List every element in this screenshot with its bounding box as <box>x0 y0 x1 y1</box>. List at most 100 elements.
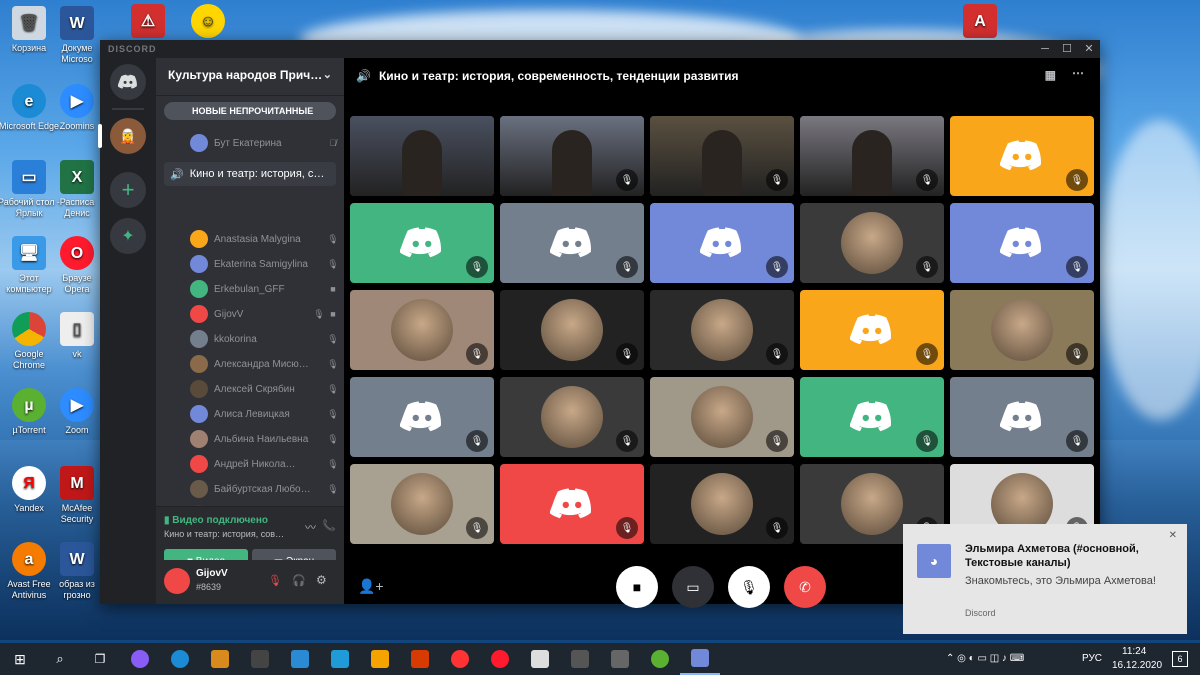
add-server-icon[interactable]: + <box>110 172 146 208</box>
video-tile[interactable]: 🎙 <box>950 377 1094 457</box>
search-icon[interactable]: ⌕ <box>40 643 80 675</box>
screen-share-toggle-button[interactable]: ▭ <box>672 566 714 608</box>
video-channel-name[interactable]: Кино и театр: история, сов… <box>164 529 284 539</box>
discord-taskbar-icon[interactable] <box>680 643 720 675</box>
vk-file-icon[interactable]: ▯ vk <box>54 312 100 360</box>
desktop-shortcut-icon[interactable]: ▭ Рабочий стол - Ярлык <box>0 160 60 219</box>
video-tile[interactable]: 🎙 <box>500 203 644 283</box>
word-image-icon[interactable]: Wобраз из грозно <box>54 542 100 601</box>
wot-icon[interactable] <box>560 643 600 675</box>
start-windows-icon[interactable]: ⊞ <box>0 643 40 675</box>
maximize-icon[interactable]: ☐ <box>1056 42 1078 56</box>
voice-channel-row[interactable]: 🔊 Кино и театр: история, с… <box>164 162 336 186</box>
edge-desktop-icon[interactable]: e Microsoft Edge <box>0 84 60 132</box>
task-view-icon[interactable]: ❐ <box>80 643 120 675</box>
l-app-icon[interactable] <box>320 643 360 675</box>
grid-layout-icon[interactable]: ▦ <box>1045 68 1056 82</box>
disconnect-icon[interactable]: 📞 <box>322 519 336 532</box>
file-icon[interactable] <box>520 643 560 675</box>
word-doc-icon[interactable]: W Докуме Microsо <box>54 6 100 65</box>
video-tile[interactable]: 🎙 <box>800 290 944 370</box>
discord-home-icon[interactable] <box>110 64 146 100</box>
video-tile[interactable]: 🎙 <box>350 290 494 370</box>
video-tile[interactable]: 🎙 <box>500 290 644 370</box>
avast-desktop-icon[interactable]: a Avast Free Antivirus <box>0 542 60 601</box>
office-icon[interactable] <box>400 643 440 675</box>
yandex-desktop-icon[interactable]: Я Yandex <box>0 466 60 514</box>
close-icon[interactable]: ✕ <box>1169 530 1177 541</box>
video-tile[interactable]: 🎙 <box>350 203 494 283</box>
video-tile[interactable]: 🎙 <box>650 464 794 544</box>
voice-participant[interactable]: kkokorina 🎙 <box>190 328 340 350</box>
noise-suppression-icon[interactable]: 〰 <box>305 519 316 535</box>
minimize-icon[interactable]: ─ <box>1034 42 1056 56</box>
opera-taskbar-icon[interactable] <box>480 643 520 675</box>
explore-compass-icon[interactable]: ✦ <box>110 218 146 254</box>
video-tile[interactable]: 🎙 <box>950 290 1094 370</box>
face-app-icon[interactable]: ☺ <box>188 4 228 40</box>
zoom-installer-icon[interactable]: ▶ Zoomins <box>54 84 100 132</box>
voice-participant[interactable]: GijovV 🎙 ■ <box>190 303 340 325</box>
notification-toast[interactable]: ◕ Эльмира Ахметова (#основной, Текстовые… <box>903 524 1187 634</box>
zoom-desktop-icon[interactable]: ▶ Zoom <box>54 388 100 436</box>
video-tile[interactable]: 🎙 <box>800 203 944 283</box>
camera-toggle-button[interactable]: ■ <box>616 566 658 608</box>
close-icon[interactable]: ✕ <box>1078 42 1100 56</box>
mute-toggle-button[interactable]: 🎙 <box>728 566 770 608</box>
tray-icons[interactable]: ⌃ ◎ ◐ ▭ ◫ ♪ ⌨ <box>946 653 1024 664</box>
video-tile[interactable]: 🎙 <box>500 377 644 457</box>
voice-participant[interactable]: Александра Мисю… 🎙 <box>190 353 340 375</box>
voice-participant[interactable]: Алексей Скрябин 🎙 <box>190 378 340 400</box>
video-tile[interactable] <box>350 116 494 196</box>
settings-gear-icon[interactable]: ⚙ <box>316 573 327 587</box>
store-icon[interactable] <box>240 643 280 675</box>
voice-user-partial[interactable]: Бут Екатерина 🎙̸ <box>190 132 340 154</box>
server-header[interactable]: Культура народов Прич… ⌄ <box>156 58 344 96</box>
utorrent-taskbar-icon[interactable] <box>640 643 680 675</box>
video-tile[interactable]: 🎙 <box>800 116 944 196</box>
utorrent-desktop-icon[interactable]: µ µTorrent <box>0 388 60 436</box>
video-tile[interactable]: 🎙 <box>650 116 794 196</box>
voice-participant[interactable]: Андрей Никола… 🎙 <box>190 453 340 475</box>
mic-muted-icon[interactable]: 🎙 <box>268 574 282 587</box>
yandex-taskbar-icon[interactable] <box>440 643 480 675</box>
invite-user-icon[interactable]: 👤+ <box>358 578 384 595</box>
video-tile[interactable]: 🎙 <box>650 290 794 370</box>
opera-desktop-icon[interactable]: O Браузе Opera <box>54 236 100 295</box>
language-indicator[interactable]: РУС <box>1082 653 1102 664</box>
video-tile[interactable]: 🎙 <box>800 377 944 457</box>
mail-icon[interactable] <box>280 643 320 675</box>
voice-participant[interactable]: Алиса Левицкая 🎙 <box>190 403 340 425</box>
photos-icon[interactable] <box>200 643 240 675</box>
leave-call-button[interactable]: ✆ <box>784 566 826 608</box>
headphones-icon[interactable]: 🎧 <box>292 574 306 587</box>
video-tile[interactable]: 🎙 <box>350 377 494 457</box>
alice-icon[interactable] <box>120 643 160 675</box>
video-tile[interactable]: 🎙 <box>950 203 1094 283</box>
voice-participant[interactable]: Байбуртская Любо… 🎙 <box>190 478 340 500</box>
excel-doc-icon[interactable]: X Расписа Денис <box>54 160 100 219</box>
video-tile[interactable]: 🎙 <box>350 464 494 544</box>
edge-taskbar-icon[interactable] <box>160 643 200 675</box>
more-options-icon[interactable]: ⋯ <box>1072 66 1084 80</box>
chrome-desktop-icon[interactable]: Google Chrome <box>0 312 60 371</box>
new-unread-banner[interactable]: НОВЫЕ НЕПРОЧИТАННЫЕ <box>164 102 336 120</box>
voice-participant[interactable]: Anastasia Malygina 🎙 <box>190 228 340 250</box>
game-icon[interactable] <box>360 643 400 675</box>
wot2-icon[interactable] <box>600 643 640 675</box>
flash-app-icon[interactable]: ⚠ <box>128 4 168 40</box>
server-icon-culture[interactable]: 🧝 <box>110 118 146 154</box>
voice-participant[interactable]: Erkebulan_GFF ■ <box>190 278 340 300</box>
avatar[interactable] <box>164 568 190 594</box>
mcafee-desktop-icon[interactable]: M McAfee Security <box>54 466 100 525</box>
voice-participant[interactable]: Альбина Наильевна 🎙 <box>190 428 340 450</box>
voice-participant[interactable]: Ekaterina Samigylina 🎙 <box>190 253 340 275</box>
video-tile[interactable]: 🎙 <box>650 203 794 283</box>
this-pc-icon[interactable]: 🖥 Этот компьютер <box>0 236 60 295</box>
video-tile[interactable]: 🎙 <box>500 116 644 196</box>
video-tile[interactable]: 🎙 <box>500 464 644 544</box>
notification-center-icon[interactable]: 6 <box>1172 651 1188 667</box>
recycle-bin-icon[interactable]: 🗑 Корзина <box>0 6 60 54</box>
pdf-app-icon[interactable]: A <box>960 4 1000 40</box>
video-tile[interactable]: 🎙 <box>650 377 794 457</box>
